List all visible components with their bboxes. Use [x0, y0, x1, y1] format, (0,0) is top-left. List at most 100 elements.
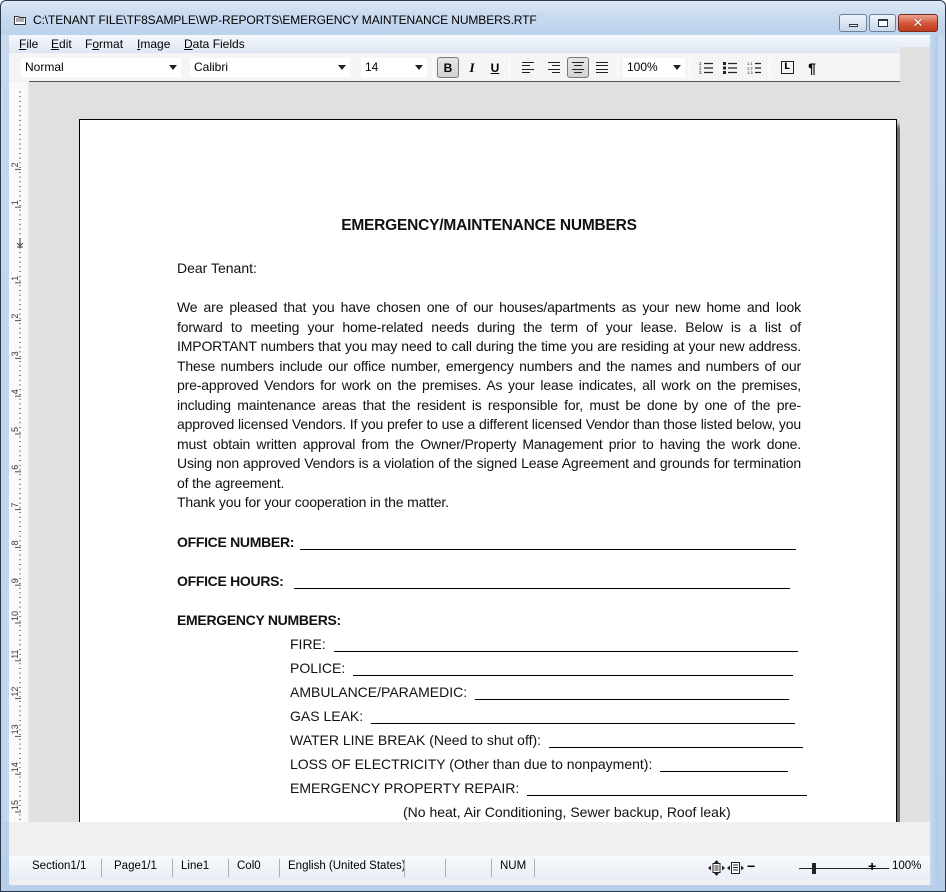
maximize-icon [877, 19, 888, 27]
property-repair-blank[interactable] [527, 782, 808, 796]
office-number-blank[interactable] [300, 536, 797, 550]
tab-stop-icon: L [780, 61, 794, 74]
toolbar-separator [433, 58, 434, 78]
vertical-ruler[interactable]: 2 1 1 2 3 4 5 6 7 8 9 10 11 12 13 14 15 [3, 82, 27, 822]
window-title: C:\TENANT FILE\TF8SAMPLE\WP-REPORTS\EMER… [33, 13, 537, 27]
zoom-in-button[interactable]: + [868, 858, 876, 874]
align-right-icon [548, 62, 560, 73]
zoom-select[interactable]: 100% [623, 58, 685, 77]
close-icon: ✕ [912, 15, 924, 31]
ruler-label: 10 [10, 611, 20, 621]
italic-button[interactable]: I [461, 57, 483, 78]
menu-file[interactable]: File [19, 37, 38, 51]
body-paragraph: We are pleased that you have chosen one … [177, 298, 801, 513]
fit-width-icon[interactable] [727, 860, 744, 876]
bullet-list-button[interactable] [719, 57, 741, 78]
align-center-button[interactable] [567, 57, 589, 78]
close-button[interactable]: ✕ [898, 14, 938, 32]
chevron-down-icon [169, 65, 177, 70]
ruler-label: 7 [10, 503, 20, 508]
office-hours-blank[interactable] [293, 575, 790, 589]
font-select[interactable]: Calibri [190, 58, 350, 77]
ambulance-blank[interactable] [475, 686, 790, 700]
justify-button[interactable] [591, 57, 613, 78]
chevron-down-icon [415, 65, 423, 70]
multilevel-list-button[interactable]: 1.1 1.2 1.3 [743, 57, 765, 78]
align-center-icon [572, 62, 584, 73]
pilcrow-icon: ¶ [808, 59, 816, 76]
menu-edit[interactable]: Edit [51, 37, 72, 51]
office-hours-field: OFFICE HOURS: [177, 573, 790, 589]
status-column: Col0 [237, 860, 261, 872]
svg-text:3: 3 [699, 70, 702, 74]
zoom-slider-thumb[interactable] [812, 863, 816, 874]
gas-leak-blank[interactable] [371, 710, 796, 724]
electricity-blank[interactable] [660, 758, 789, 772]
status-separator [279, 859, 280, 877]
zoom-percentage: 100% [892, 860, 922, 872]
menu-image[interactable]: Image [137, 37, 170, 51]
document-page[interactable]: EMERGENCY/MAINTENANCE NUMBERS Dear Tenan… [79, 119, 897, 822]
minimize-button[interactable] [839, 14, 867, 32]
status-separator [491, 859, 492, 877]
status-section: Section1/1 [32, 860, 87, 872]
underline-button[interactable]: U [484, 57, 506, 78]
ruler-label: 6 [10, 465, 20, 470]
tab-stop-button[interactable]: L [776, 57, 798, 78]
toolbar-separator [617, 58, 618, 78]
numbered-list-icon: 123 [699, 61, 713, 74]
office-number-field: OFFICE NUMBER: [177, 534, 797, 550]
menu-data-fields[interactable]: Data Fields [184, 37, 245, 51]
maximize-button[interactable] [869, 14, 896, 32]
show-formatting-button[interactable]: ¶ [801, 57, 823, 78]
ruler-label: 14 [10, 762, 20, 772]
emergency-item: POLICE: [290, 660, 794, 676]
status-separator [101, 859, 102, 877]
emergency-item: LOSS OF ELECTRICITY (Other than due to n… [290, 756, 789, 772]
emergency-item: EMERGENCY PROPERTY REPAIR: [290, 780, 808, 796]
bullet-list-icon [723, 62, 737, 74]
chevron-down-icon [673, 65, 681, 70]
status-page: Page1/1 [114, 860, 157, 872]
fit-page-icon[interactable] [708, 860, 725, 876]
ruler-label: 3 [10, 351, 20, 356]
title-bar[interactable]: C:\TENANT FILE\TF8SAMPLE\WP-REPORTS\EMER… [1, 1, 945, 35]
numbered-list-button[interactable]: 123 [695, 57, 717, 78]
multilevel-list-icon: 1.11.21.3 [747, 61, 761, 74]
chevron-down-icon [338, 65, 346, 70]
status-bar: Section1/1 Page1/1 Line1 Col0 English (U… [9, 856, 930, 881]
workspace-right-margin [900, 47, 930, 822]
font-size-select[interactable]: 14 [361, 58, 427, 77]
style-select[interactable]: Normal [21, 58, 181, 77]
police-blank[interactable] [353, 662, 794, 676]
status-separator [404, 859, 405, 877]
emergency-item: WATER LINE BREAK (Need to shut off): [290, 732, 804, 748]
emergency-item: AMBULANCE/PARAMEDIC: [290, 684, 790, 700]
emergency-item: GAS LEAK: [290, 708, 796, 724]
align-right-button[interactable] [543, 57, 565, 78]
zoom-out-button[interactable]: − [747, 858, 755, 874]
water-line-blank[interactable] [549, 734, 804, 748]
top-margin-marker[interactable] [16, 239, 24, 248]
ruler-label: 2 [10, 314, 20, 319]
ruler-label: 11 [10, 649, 20, 658]
toolbar-separator [509, 58, 510, 78]
ruler-label: 12 [10, 687, 20, 697]
vertical-ruler-scale: 21123456789101112131415 [10, 91, 24, 821]
salutation: Dear Tenant: [177, 260, 257, 276]
toolbar-separator [689, 58, 690, 78]
menu-bar: File Edit Format Image Data Fields [9, 35, 938, 53]
ruler-label: 15 [10, 800, 20, 810]
bold-button[interactable]: B [437, 57, 459, 78]
align-left-button[interactable] [517, 57, 539, 78]
ruler-label: 2 [10, 162, 20, 167]
ruler-label: 4 [10, 389, 20, 394]
emergency-item: FIRE: [290, 636, 798, 652]
fire-blank[interactable] [333, 638, 798, 652]
status-separator [534, 859, 535, 877]
menu-format[interactable]: Format [85, 37, 123, 51]
status-separator [445, 859, 446, 877]
ruler-label: 9 [10, 578, 20, 583]
document-workspace: EMERGENCY/MAINTENANCE NUMBERS Dear Tenan… [29, 82, 900, 822]
status-separator [172, 859, 173, 877]
